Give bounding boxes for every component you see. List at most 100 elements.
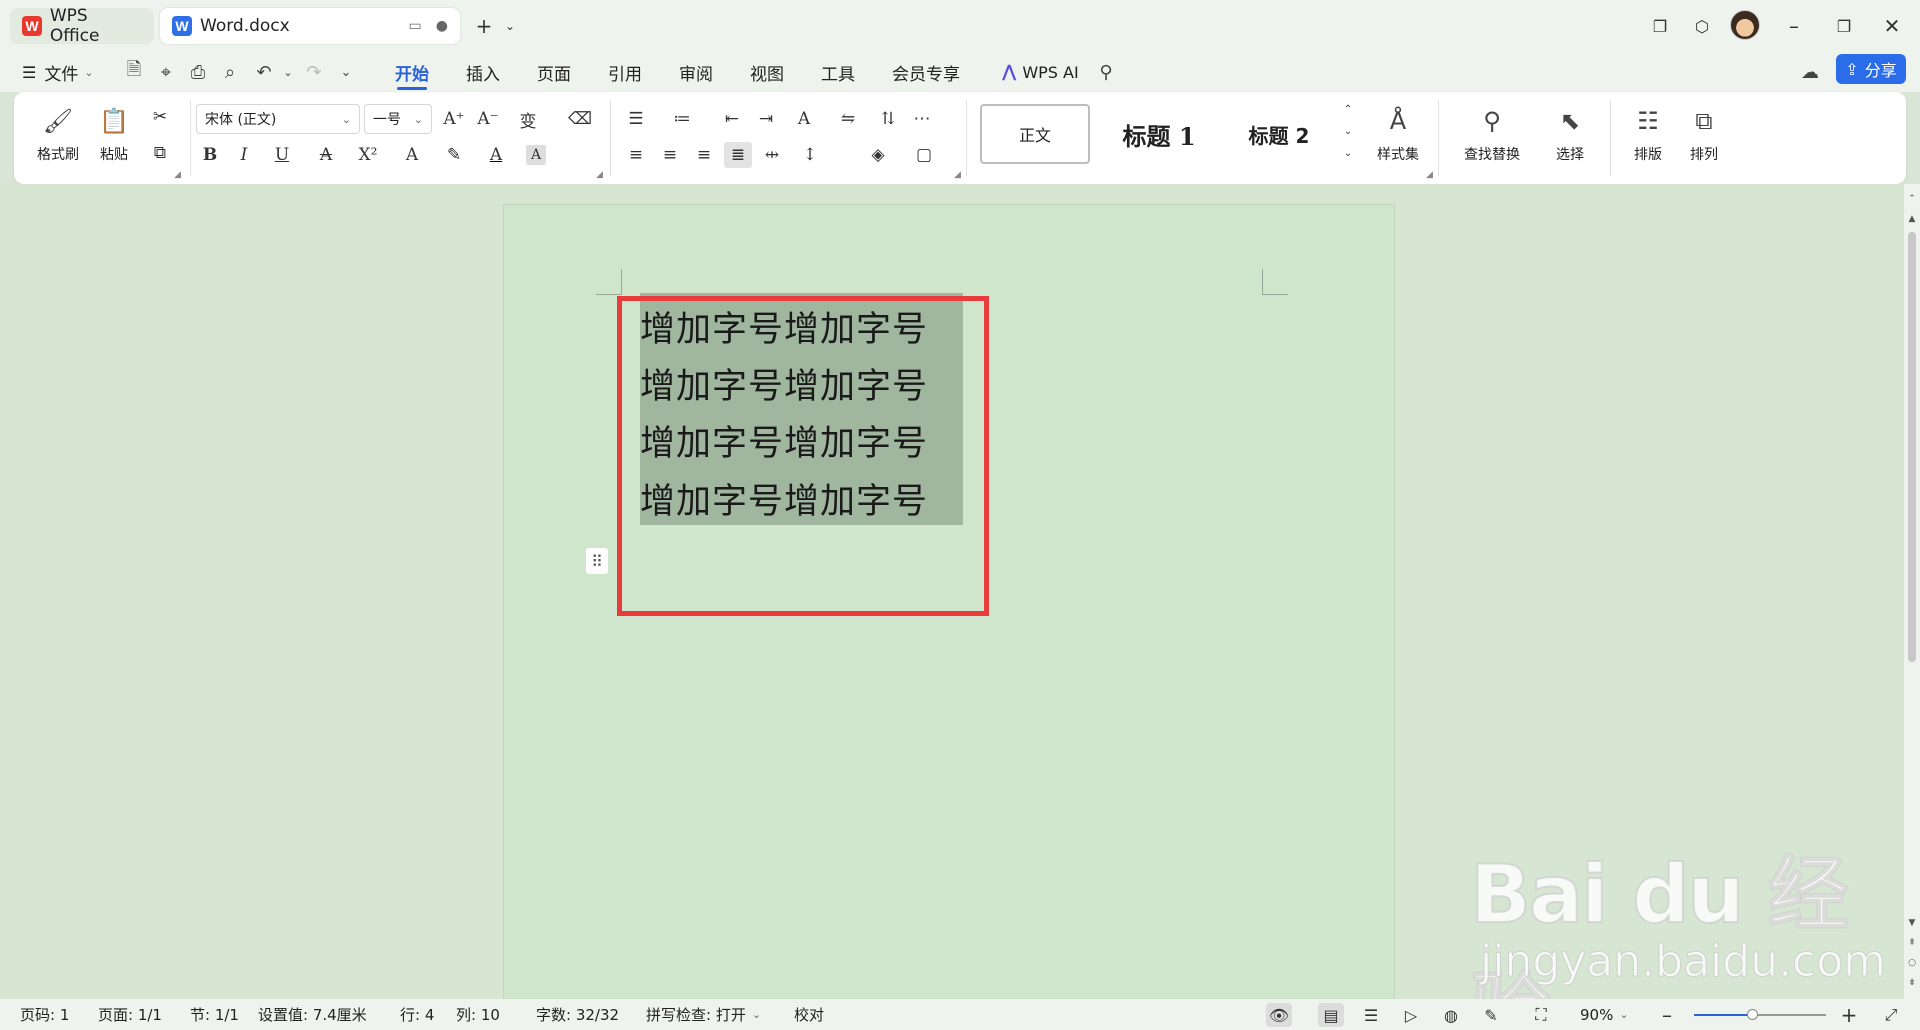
increase-indent-icon[interactable]: ⇥ — [752, 106, 780, 132]
status-position[interactable]: 设置值: 7.4厘米 — [258, 999, 367, 1030]
align-left-icon[interactable]: ≡ — [622, 142, 650, 168]
zoom-out-icon[interactable]: – — [1654, 1003, 1680, 1027]
decrease-font-size-icon[interactable]: A⁻ — [474, 106, 502, 132]
font-size-select[interactable]: 一号 ⌄ — [364, 104, 432, 134]
zoom-slider[interactable] — [1694, 1009, 1826, 1020]
align-right-icon[interactable]: ≡ — [690, 142, 718, 168]
paragraph-launcher-icon[interactable]: ◢ — [954, 170, 961, 180]
quick-access-chevron-icon[interactable]: ⌄ — [334, 60, 358, 84]
file-menu[interactable]: ☰ 文件 ⌄ — [22, 52, 94, 92]
layout-button[interactable]: ☷ 排版 — [1620, 102, 1676, 174]
tab-list-chevron-icon[interactable]: ⌄ — [496, 12, 524, 40]
font-launcher-icon[interactable]: ◢ — [596, 170, 603, 180]
highlight-icon[interactable]: ✎ — [440, 142, 468, 168]
status-page-number[interactable]: 页码: 1 — [20, 999, 69, 1030]
bullet-list-icon[interactable]: ☰ — [622, 106, 650, 132]
format-painter-button[interactable]: 🖌 格式刷 — [30, 102, 86, 174]
text-effect-icon[interactable]: A — [398, 142, 426, 168]
fit-page-icon[interactable]: ⛶ — [1528, 1003, 1554, 1027]
copy-icon[interactable]: ⧉ — [146, 140, 174, 166]
zoom-level[interactable]: 90% ⌄ — [1580, 999, 1629, 1030]
redo-icon[interactable]: ↷ — [302, 60, 326, 84]
styles-launcher-icon[interactable]: ◢ — [1426, 170, 1433, 180]
window-layout-icon[interactable]: ❐ — [1646, 12, 1674, 40]
paste-button[interactable]: 📋 粘贴 — [86, 102, 142, 174]
tab-wps-home[interactable]: W WPS Office — [10, 6, 154, 46]
style-heading-2[interactable]: 标题 2 — [1224, 104, 1334, 164]
superscript-icon[interactable]: X² — [354, 142, 382, 168]
increase-font-size-icon[interactable]: A⁺ — [440, 106, 468, 132]
page-view-icon[interactable]: ▤ — [1318, 1003, 1344, 1027]
restore-icon[interactable]: ❐ — [1830, 12, 1858, 40]
char-shading-icon[interactable]: A — [526, 145, 546, 165]
tab-insert[interactable]: 插入 — [466, 52, 500, 92]
eye-protection-icon[interactable]: 👁 — [1266, 1003, 1292, 1027]
underline-icon[interactable]: U — [268, 142, 296, 168]
next-page-icon[interactable]: ⇟ — [1906, 976, 1918, 990]
play-icon[interactable]: ▷ — [1398, 1003, 1424, 1027]
italic-icon[interactable]: I — [230, 142, 258, 168]
search-icon[interactable]: ⚲ — [1094, 60, 1118, 84]
status-row[interactable]: 行: 4 — [400, 999, 434, 1030]
tab-membership[interactable]: 会员专享 — [892, 52, 960, 92]
pen-icon[interactable]: ✎ — [1478, 1003, 1504, 1027]
numbered-list-icon[interactable]: ≔ — [668, 106, 696, 132]
scroll-up-icon[interactable]: ▲ — [1906, 212, 1918, 226]
share-button[interactable]: ⇪ 分享 — [1836, 54, 1906, 84]
sort-icon[interactable]: ⇅ — [874, 106, 902, 132]
style-set-button[interactable]: Å 样式集 — [1362, 102, 1434, 174]
justify-icon[interactable]: ≣ — [724, 142, 752, 168]
decrease-indent-icon[interactable]: ⇤ — [718, 106, 746, 132]
status-column[interactable]: 列: 10 — [456, 999, 500, 1030]
change-case-icon[interactable]: A — [790, 106, 818, 132]
borders-icon[interactable]: ▢ — [910, 142, 938, 168]
paragraph-drag-handle-icon[interactable]: ⠿ — [586, 548, 608, 574]
monitor-icon[interactable]: ▭ — [409, 18, 422, 34]
font-color-icon[interactable]: A — [482, 142, 510, 168]
shading-icon[interactable]: ◈ — [864, 142, 892, 168]
save-icon[interactable]: 🗎 — [122, 59, 146, 84]
arrange-button[interactable]: ⧉ 排列 — [1676, 102, 1732, 174]
new-tab-icon[interactable]: + — [470, 12, 498, 40]
style-normal[interactable]: 正文 — [980, 104, 1090, 164]
wps-ai-button[interactable]: ⋀ WPS AI — [1002, 52, 1079, 92]
clipboard-launcher-icon[interactable]: ◢ — [174, 170, 181, 180]
styles-scroll-up-icon[interactable]: ⌃ — [1334, 100, 1362, 118]
clear-format-icon[interactable]: ⌫ — [566, 106, 594, 132]
tab-tools[interactable]: 工具 — [821, 52, 855, 92]
font-name-select[interactable]: 宋体 (正文) ⌄ — [196, 104, 360, 134]
styles-more-icon[interactable]: ⌄ — [1334, 144, 1362, 162]
tab-view[interactable]: 视图 — [750, 52, 784, 92]
status-pages[interactable]: 页面: 1/1 — [98, 999, 162, 1030]
scrollbar-thumb[interactable] — [1908, 232, 1916, 662]
print-preview-icon[interactable]: ⌕ — [218, 60, 242, 84]
select-button[interactable]: ⬉ 选择 — [1542, 102, 1598, 174]
zoom-slider-thumb[interactable] — [1747, 1009, 1759, 1020]
zoom-in-icon[interactable]: + — [1836, 1003, 1862, 1027]
find-replace-button[interactable]: ⚲ 查找替换 — [1452, 102, 1532, 174]
status-section[interactable]: 节: 1/1 — [190, 999, 239, 1030]
web-view-icon[interactable]: ◍ — [1438, 1003, 1464, 1027]
phonetic-guide-icon[interactable]: 变 — [514, 106, 542, 132]
fullscreen-icon[interactable]: ⤢ — [1878, 1003, 1904, 1027]
undo-icon[interactable]: ↶ — [252, 60, 276, 84]
style-heading-1[interactable]: 标题 1 — [1104, 104, 1214, 164]
select-browse-icon[interactable]: ○ — [1906, 956, 1918, 970]
print-icon[interactable]: ⎙ — [186, 60, 210, 84]
prev-page-icon[interactable]: ⇞ — [1906, 936, 1918, 950]
outline-view-icon[interactable]: ☰ — [1358, 1003, 1384, 1027]
minimize-icon[interactable]: – — [1780, 12, 1808, 40]
show-marks-icon[interactable]: ⋯ — [908, 106, 936, 132]
tab-review[interactable]: 审阅 — [679, 52, 713, 92]
tab-page[interactable]: 页面 — [537, 52, 571, 92]
unsaved-dot-icon[interactable]: ● — [436, 18, 448, 34]
tab-references[interactable]: 引用 — [608, 52, 642, 92]
text-direction-icon[interactable]: ⇋ — [834, 106, 862, 132]
strikethrough-icon[interactable]: A — [312, 142, 340, 168]
cube-icon[interactable]: ⬡ — [1688, 12, 1716, 40]
close-icon[interactable]: ✕ — [1878, 12, 1906, 40]
status-proofread[interactable]: 校对 — [794, 999, 824, 1030]
scroll-down-icon[interactable]: ▼ — [1906, 916, 1918, 930]
scroll-top-icon[interactable]: ⌃ — [1906, 192, 1918, 206]
status-word-count[interactable]: 字数: 32/32 — [536, 999, 619, 1030]
